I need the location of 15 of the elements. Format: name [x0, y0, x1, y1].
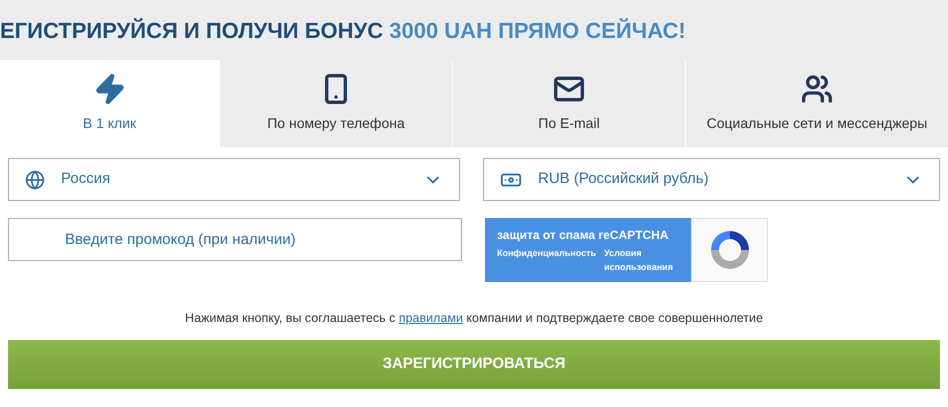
terms-link[interactable]: Условия использования — [604, 246, 674, 274]
privacy-link[interactable]: Конфиденциальность — [497, 246, 596, 260]
country-select[interactable]: Россия — [8, 158, 460, 201]
signup-tab[interactable]: По номеру телефона — [219, 60, 452, 147]
promo-code-field[interactable]: Введите промокод (при наличии) — [8, 218, 462, 261]
signup-tab[interactable]: Социальные сети и мессенджеры — [685, 60, 948, 147]
page-title: ЕГИСТРИРУЙСЯ И ПОЛУЧИ БОНУС 3000 UAH ПРЯМО СЕЙЧАС! — [0, 16, 686, 44]
rules-link[interactable]: правилами — [398, 311, 463, 325]
agreement-text: Нажимая кнопку, вы соглашаетесь с правилами компании и подтверждаете свое совершеннолетие — [184, 310, 764, 327]
currency-select[interactable]: RUB (Российский рубль) — [483, 158, 940, 201]
people-icon — [801, 73, 833, 105]
signup-tab[interactable]: По E-mail — [452, 60, 685, 147]
recaptcha-title: защита от спама reCAPTCHA — [497, 227, 670, 244]
lightning-icon — [94, 73, 126, 105]
globe-icon — [25, 170, 45, 190]
